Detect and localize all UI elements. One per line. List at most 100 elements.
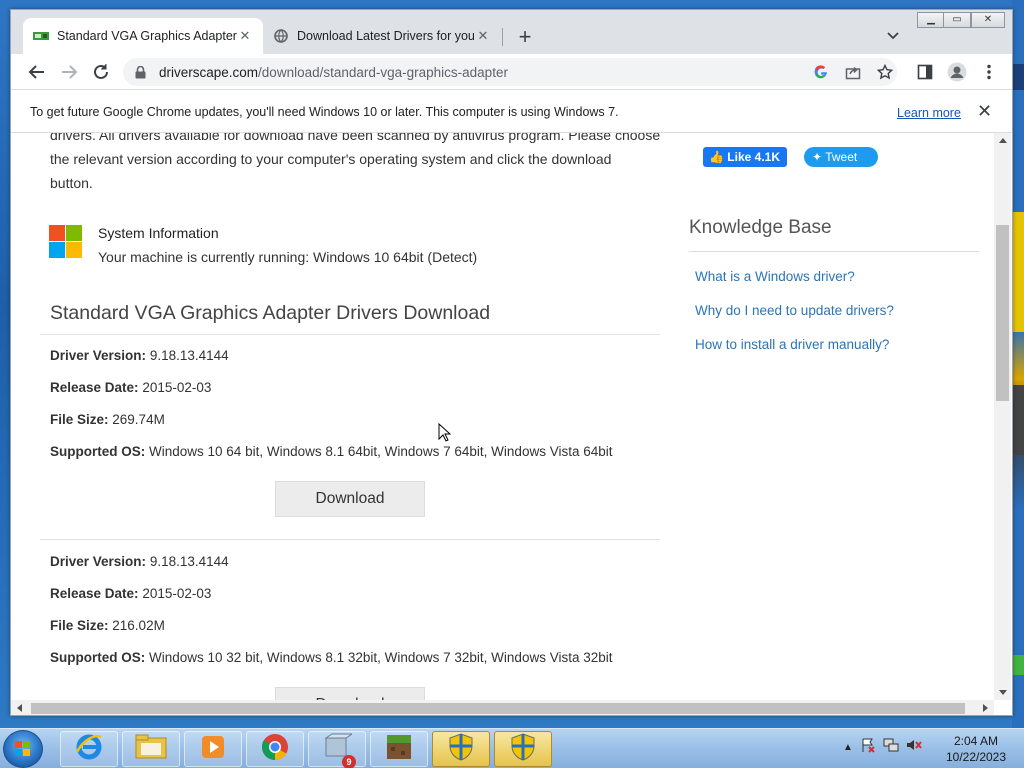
supported-os-value: Windows 10 32 bit, Windows 8.1 32bit, Wi… <box>149 650 613 665</box>
address-bar[interactable]: driverscape.com/download/standard-vga-gr… <box>123 58 897 86</box>
file-size-value: 269.74M <box>112 412 165 427</box>
driver-version-label: Driver Version: <box>50 348 147 363</box>
minimize-button[interactable]: ▁ <box>917 12 945 28</box>
tab-strip: Standard VGA Graphics Adapter D ✕ Downlo… <box>11 10 1012 54</box>
browser-toolbar: driverscape.com/download/standard-vga-gr… <box>11 54 1012 90</box>
scroll-up-arrow-icon[interactable] <box>999 138 1007 143</box>
back-arrow-icon[interactable] <box>25 60 49 84</box>
taskbar-security-app[interactable] <box>432 731 490 767</box>
taskbar-media-player[interactable] <box>184 731 242 767</box>
driver-version-label: Driver Version: <box>50 554 147 569</box>
kebab-menu-icon[interactable] <box>977 60 1001 84</box>
system-info-text: Your machine is currently running: Windo… <box>98 249 478 265</box>
bookmark-star-icon[interactable] <box>873 60 897 84</box>
globe-icon <box>273 28 289 44</box>
taskbar: 9 ▲ 2:04 AM 10/22/2023 <box>0 728 1024 768</box>
taskbar-minecraft[interactable] <box>370 731 428 767</box>
start-button[interactable] <box>3 730 43 768</box>
intro-line-partial: drivers. All drivers available for downl… <box>50 133 661 143</box>
url-domain: driverscape.com <box>159 64 259 80</box>
file-size: File Size: 269.74M <box>50 412 165 427</box>
kb-link-what-is-driver[interactable]: What is a Windows driver? <box>695 269 855 284</box>
lock-icon[interactable] <box>135 65 149 79</box>
kb-link-why-update[interactable]: Why do I need to update drivers? <box>695 303 894 318</box>
maximize-button[interactable]: ▭ <box>943 12 971 28</box>
system-clock[interactable]: 2:04 AM 10/22/2023 <box>936 733 1016 765</box>
file-size-label: File Size: <box>50 412 109 427</box>
twitter-bird-icon: ✦ <box>812 150 823 164</box>
desktop-icon-fragment <box>1013 64 1024 90</box>
scroll-down-arrow-icon[interactable] <box>999 690 1007 695</box>
taskbar-security-app-2[interactable] <box>494 731 552 767</box>
tab-title: Download Latest Drivers for your <box>297 29 475 43</box>
taskbar-file-explorer[interactable] <box>122 731 180 767</box>
tab-separator <box>502 28 503 46</box>
section-title: Standard VGA Graphics Adapter Drivers Do… <box>50 302 491 324</box>
scrollbar-thumb[interactable] <box>31 703 965 714</box>
chrome-icon <box>260 732 290 767</box>
supported-os-value: Windows 10 64 bit, Windows 8.1 64bit, Wi… <box>149 444 613 459</box>
windows-logo-icon <box>49 225 83 259</box>
clock-time: 2:04 AM <box>953 734 999 748</box>
file-size: File Size: 216.02M <box>50 618 165 633</box>
show-hidden-icons-chevron-icon[interactable]: ▲ <box>843 742 853 753</box>
desktop-icon-fragment <box>1013 212 1024 332</box>
tweet-button[interactable]: ✦ Tweet <box>804 147 878 167</box>
volume-muted-icon[interactable] <box>906 737 922 758</box>
graphics-card-icon <box>33 28 49 44</box>
grass-block-icon <box>385 733 413 766</box>
facebook-like-button[interactable]: 👍 Like 4.1K <box>703 147 787 167</box>
file-size-label: File Size: <box>50 618 109 633</box>
uac-shield-icon <box>510 732 536 766</box>
learn-more-link[interactable]: Learn more <box>897 106 961 120</box>
taskbar-tools-app[interactable]: 9 <box>308 731 366 768</box>
divider <box>689 251 979 252</box>
tab-vga-adapter[interactable]: Standard VGA Graphics Adapter D ✕ <box>23 18 263 54</box>
profile-avatar-icon[interactable] <box>945 60 969 84</box>
google-lens-icon[interactable] <box>809 60 833 84</box>
internet-explorer-icon <box>74 732 104 767</box>
tab-download-drivers[interactable]: Download Latest Drivers for your ✕ <box>263 18 501 54</box>
intro-line: the relevant version according to your c… <box>50 151 612 167</box>
desktop-icon-fragment <box>1013 655 1024 675</box>
like-label: Like 4.1K <box>727 150 780 164</box>
supported-os-label: Supported OS: <box>50 650 146 665</box>
installer-box-icon: 9 <box>322 732 356 768</box>
supported-os-label: Supported OS: <box>50 444 146 459</box>
forward-arrow-icon[interactable] <box>57 60 81 84</box>
file-size-value: 216.02M <box>112 618 165 633</box>
system-tray: ▲ <box>843 737 922 758</box>
tab-search-chevron-icon[interactable] <box>886 28 904 46</box>
taskbar-chrome[interactable] <box>246 731 304 767</box>
close-infobar-icon[interactable]: ✕ <box>977 101 992 122</box>
scroll-left-arrow-icon[interactable] <box>17 704 22 712</box>
scroll-right-arrow-icon[interactable] <box>983 704 988 712</box>
release-date-value: 2015-02-03 <box>142 380 212 395</box>
side-panel-icon[interactable] <box>913 60 937 84</box>
download-button[interactable]: Download <box>275 481 425 517</box>
share-icon[interactable] <box>841 60 865 84</box>
update-infobar: To get future Google Chrome updates, you… <box>11 91 1012 133</box>
vertical-scrollbar[interactable] <box>994 133 1011 700</box>
kb-link-install-manually[interactable]: How to install a driver manually? <box>695 337 889 352</box>
tweet-label: Tweet <box>825 150 858 164</box>
network-icon[interactable] <box>883 737 899 758</box>
horizontal-scrollbar[interactable] <box>11 700 994 715</box>
close-window-button[interactable]: ✕ <box>971 12 1005 28</box>
action-center-flag-icon[interactable] <box>860 737 876 758</box>
taskbar-internet-explorer[interactable] <box>60 731 118 767</box>
new-tab-plus-icon[interactable]: + <box>513 26 537 50</box>
release-date-label: Release Date: <box>50 586 139 601</box>
thumbs-up-icon: 👍 <box>709 150 724 164</box>
browser-window: Standard VGA Graphics Adapter D ✕ Downlo… <box>10 9 1013 716</box>
divider <box>40 539 660 540</box>
driver-version-value: 9.18.13.4144 <box>149 348 229 363</box>
scrollbar-thumb[interactable] <box>996 225 1009 401</box>
reload-icon[interactable] <box>89 60 113 84</box>
infobar-message: To get future Google Chrome updates, you… <box>30 105 619 119</box>
close-tab-icon[interactable]: ✕ <box>237 28 253 44</box>
download-button[interactable]: Download <box>275 687 425 700</box>
close-tab-icon[interactable]: ✕ <box>475 28 491 44</box>
divider <box>40 334 660 335</box>
folder-icon <box>135 734 167 765</box>
